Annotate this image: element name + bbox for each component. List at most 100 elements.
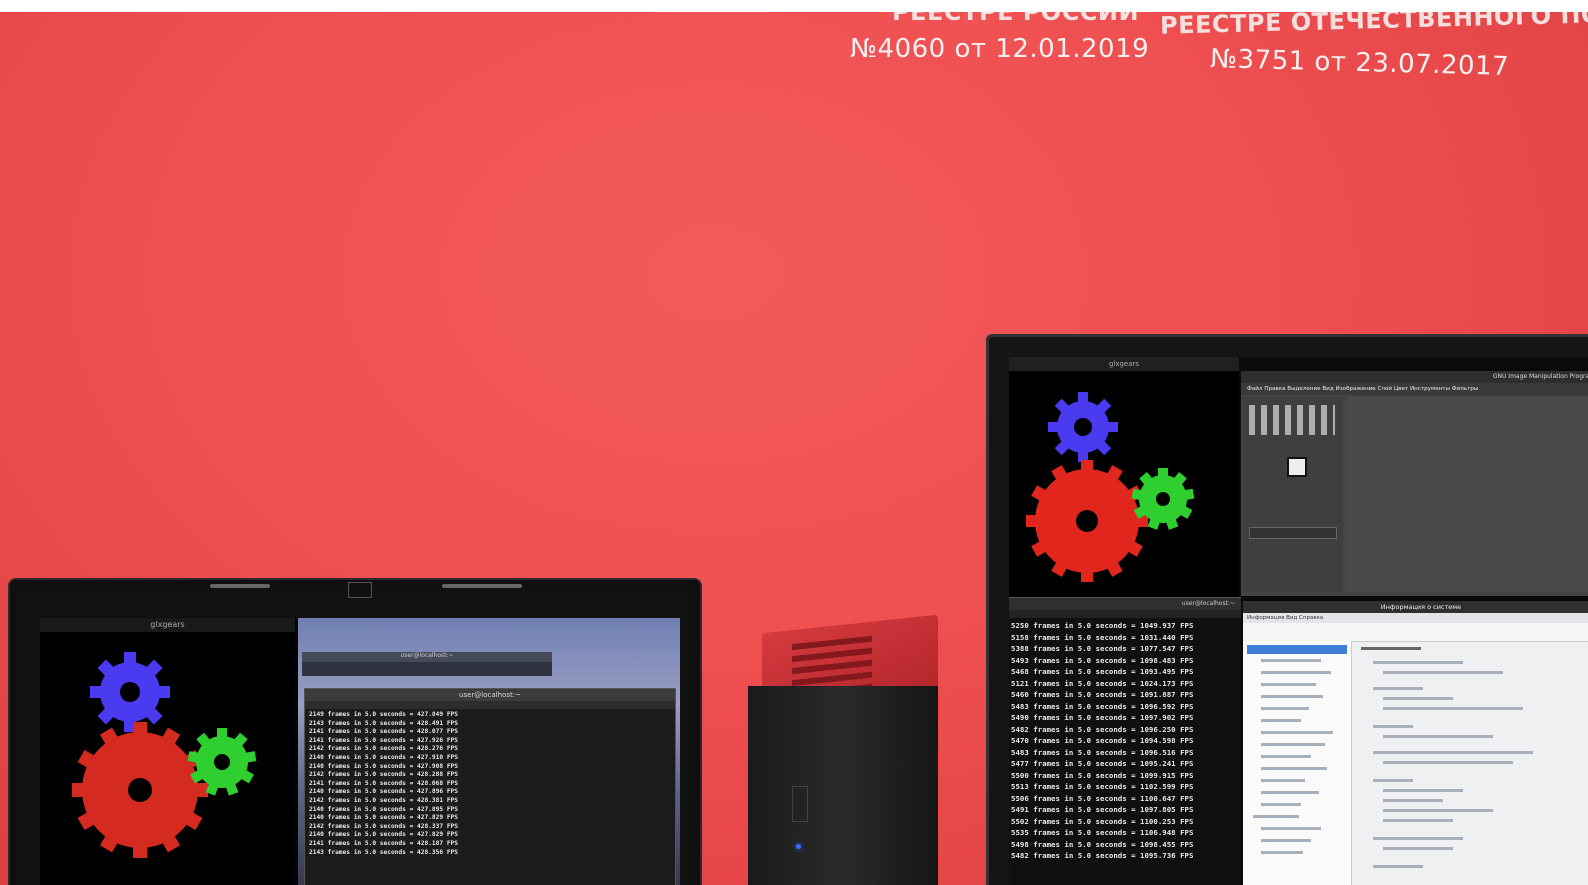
terminal-line: 5121 frames in 5.0 seconds = 1024.173 FP… — [1011, 678, 1194, 688]
gimp-window[interactable]: GNU Image Manipulation Program Файл Прав… — [1241, 371, 1588, 596]
gears-graphic — [72, 652, 257, 858]
gimp-menubar[interactable]: Файл Правка Выделение Вид Изображение Сл… — [1241, 383, 1588, 395]
terminal-line: 5506 frames in 5.0 seconds = 1100.647 FP… — [1011, 793, 1194, 803]
detail-line — [1383, 819, 1453, 822]
banner-cut-text-right: РЕЕСТРЕ ОТЕЧЕСТВЕННОГО ПО — [1159, 12, 1588, 40]
terminal-window-right[interactable]: user@localhost:~ 5250 frames in 5.0 seco… — [1009, 597, 1241, 885]
terminal-line: 5460 frames in 5.0 seconds = 1091.887 FP… — [1011, 690, 1194, 699]
tree-selected-item[interactable] — [1247, 645, 1347, 654]
gimp-canvas[interactable] — [1347, 397, 1588, 592]
webcam — [348, 582, 372, 598]
terminal-line: 2143 frames in 5.0 seconds = 428.356 FPS — [309, 848, 459, 856]
detail-line — [1383, 799, 1443, 802]
tree-item[interactable] — [1261, 803, 1301, 806]
terminal-line: 2141 frames in 5.0 seconds = 428.187 FPS — [309, 839, 459, 847]
detail-line — [1383, 671, 1503, 674]
tool-option-select[interactable] — [1249, 527, 1337, 539]
terminal-line: 5468 frames in 5.0 seconds = 1093.495 FP… — [1011, 667, 1194, 676]
glxgears-window-right: glxgears — [1009, 357, 1239, 612]
terminal-line: 5477 frames in 5.0 seconds = 1095.241 FP… — [1011, 759, 1194, 768]
terminal-line: 5535 frames in 5.0 seconds = 1106.948 FP… — [1011, 828, 1194, 837]
pc-black-body — [748, 686, 938, 885]
terminal-output-right: 5250 frames in 5.0 seconds = 1049.937 FP… — [1011, 620, 1193, 862]
tree-item[interactable] — [1261, 755, 1311, 758]
detail-line — [1383, 735, 1493, 738]
tree-item[interactable] — [1261, 695, 1323, 698]
tree-item[interactable] — [1261, 779, 1305, 782]
terminal-line: 2142 frames in 5.0 seconds = 428.288 FPS — [309, 771, 459, 779]
tree-item[interactable] — [1261, 719, 1301, 722]
tree-item[interactable] — [1261, 707, 1309, 710]
terminal-line: 2142 frames in 5.0 seconds = 428.381 FPS — [309, 796, 459, 804]
tree-item[interactable] — [1253, 815, 1299, 818]
terminal-line: 2140 frames in 5.0 seconds = 427.895 FPS — [309, 805, 459, 813]
terminal-line: 5513 frames in 5.0 seconds = 1102.599 FP… — [1011, 782, 1194, 791]
tree-item[interactable] — [1261, 671, 1331, 674]
terminal-line: 5482 frames in 5.0 seconds = 1095.736 FP… — [1011, 851, 1194, 860]
terminal-line: 5388 frames in 5.0 seconds = 1077.547 FP… — [1011, 644, 1194, 653]
terminal-menubar-right[interactable] — [1009, 610, 1241, 618]
terminal-line: 2140 frames in 5.0 seconds = 427.896 FPS — [309, 788, 459, 796]
detail-line — [1373, 725, 1413, 728]
sysinfo-tree[interactable] — [1243, 641, 1352, 885]
glxgears-titlebar[interactable]: glxgears — [40, 618, 295, 632]
terminal-titlebar: user@localhost:~ — [305, 689, 675, 701]
detail-line — [1373, 779, 1413, 782]
terminal-line: 5158 frames in 5.0 seconds = 1031.440 FP… — [1011, 632, 1194, 642]
terminal-line: 5490 frames in 5.0 seconds = 1097.902 FP… — [1011, 713, 1194, 722]
terminal-line: 5483 frames in 5.0 seconds = 1096.592 FP… — [1011, 701, 1194, 711]
sysinfo-toolbar[interactable] — [1243, 623, 1588, 642]
detail-line — [1383, 809, 1493, 812]
tree-item[interactable] — [1261, 659, 1321, 662]
tree-item[interactable] — [1261, 731, 1333, 734]
pc-slot — [792, 786, 808, 822]
color-swatch[interactable] — [1287, 457, 1307, 477]
tree-item[interactable] — [1261, 839, 1311, 842]
glxgears-window: glxgears — [40, 618, 295, 885]
tree-item[interactable] — [1261, 851, 1303, 854]
detail-line — [1383, 761, 1513, 764]
terminal-titlebar-right: user@localhost:~ — [1009, 598, 1241, 610]
terminal-line: 5502 frames in 5.0 seconds = 1100.253 FP… — [1011, 816, 1194, 826]
sysinfo-window[interactable]: Информация о системе Информация Вид Спра… — [1243, 601, 1588, 885]
gimp-toolbox[interactable] — [1243, 397, 1343, 592]
tree-item[interactable] — [1261, 791, 1319, 794]
right-screen: glxgears GNU Image Manipulation Program … — [1009, 357, 1588, 885]
terminal-line: 2142 frames in 5.0 seconds = 428.276 FPS — [309, 745, 459, 753]
gears-graphic-right — [1026, 392, 1195, 582]
terminal-window[interactable]: user@localhost:~ 2149 frames in 5.0 seco… — [304, 688, 676, 885]
detail-line — [1373, 661, 1463, 664]
terminal-line: 5250 frames in 5.0 seconds = 1049.937 FP… — [1011, 621, 1194, 630]
tool-icons[interactable] — [1249, 405, 1335, 435]
tree-item[interactable] — [1261, 683, 1316, 686]
back-terminal-titlebar: user@localhost:~ — [302, 652, 552, 662]
detail-line — [1383, 697, 1453, 700]
sysinfo-menubar[interactable]: Информация Вид Справка — [1243, 613, 1588, 623]
banner-cut-text-left: РЕЕСТРЕ РОССИИ — [892, 12, 1140, 26]
terminal-menubar[interactable] — [305, 701, 675, 709]
terminal-line: 2140 frames in 5.0 seconds = 427.908 FPS — [309, 762, 459, 770]
left-screen: glxgears user@localhost:~ user@localhost… — [40, 618, 680, 885]
photo-scene: РЕЕСТРЕ РОССИИ №4060 от 12.01.2019 РЕЕСТ… — [0, 12, 1588, 885]
terminal-line: 5491 frames in 5.0 seconds = 1097.805 FP… — [1011, 805, 1194, 814]
red-gear — [72, 722, 208, 858]
detail-line — [1383, 789, 1463, 792]
monitor-detail — [210, 584, 270, 588]
back-terminal-window[interactable]: user@localhost:~ — [302, 652, 552, 676]
detail-line — [1383, 707, 1523, 710]
terminal-line: 5470 frames in 5.0 seconds = 1094.598 FP… — [1011, 736, 1194, 745]
tree-item[interactable] — [1261, 767, 1327, 770]
sysinfo-details — [1355, 641, 1588, 885]
mini-pc — [748, 614, 940, 885]
tree-item[interactable] — [1261, 827, 1321, 830]
terminal-output: 2149 frames in 5.0 seconds = 427.849 FPS… — [309, 711, 458, 857]
tree-item[interactable] — [1261, 743, 1325, 746]
blue-gear — [1048, 392, 1118, 462]
terminal-line: 5498 frames in 5.0 seconds = 1098.455 FP… — [1011, 839, 1194, 849]
terminal-line: 2149 frames in 5.0 seconds = 427.849 FPS — [309, 711, 459, 718]
left-monitor: glxgears user@localhost:~ user@localhost… — [8, 578, 702, 885]
glxgears-titlebar-right[interactable]: glxgears — [1009, 357, 1239, 371]
power-led — [796, 844, 801, 849]
terminal-line: 2140 frames in 5.0 seconds = 427.829 FPS — [309, 831, 459, 839]
red-gear — [1026, 460, 1148, 582]
